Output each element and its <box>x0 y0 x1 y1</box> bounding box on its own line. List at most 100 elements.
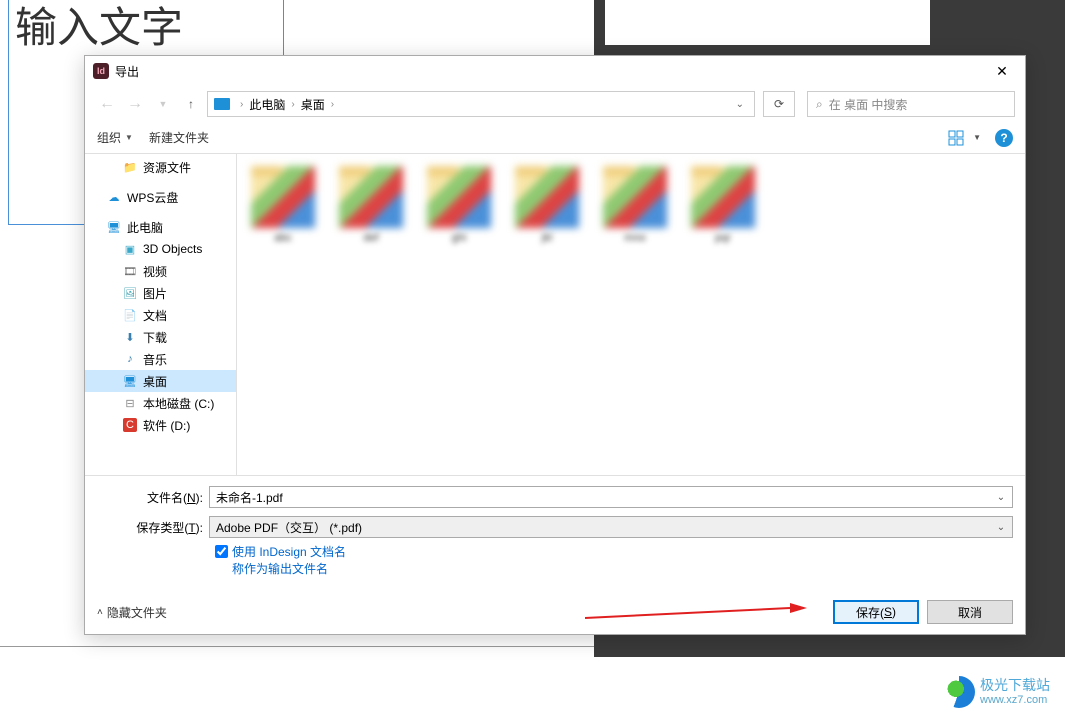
sidebar-item-resources[interactable]: 📁 资源文件 <box>85 156 236 178</box>
sidebar-item-wps[interactable]: ☁ WPS云盘 <box>85 186 236 208</box>
folder-item[interactable]: def <box>337 166 405 463</box>
nav-row: ← → ▼ ↑ › 此电脑 › 桌面 › ⌄ ⟳ ⌕ 在 桌面 中搜索 <box>85 86 1025 122</box>
filetype-label: 保存类型(T): <box>97 519 209 536</box>
watermark-title: 极光下载站 <box>980 678 1050 693</box>
folder-icon <box>603 166 667 228</box>
cube-icon: ▣ <box>123 242 137 256</box>
folder-label: jkl <box>513 232 581 260</box>
chevron-right-icon: › <box>236 99 247 110</box>
folder-item[interactable]: ghi <box>425 166 493 463</box>
new-folder-button[interactable]: 新建文件夹 <box>149 129 209 146</box>
search-icon: ⌕ <box>816 97 823 112</box>
save-button[interactable]: 保存(S) <box>833 600 919 624</box>
hide-folders-label: 隐藏文件夹 <box>107 604 167 621</box>
picture-icon: 🖼 <box>123 286 137 300</box>
folder-item[interactable]: mno <box>601 166 669 463</box>
refresh-button[interactable]: ⟳ <box>763 91 795 117</box>
sidebar-label: 文档 <box>143 307 167 324</box>
sidebar-label: 软件 (D:) <box>143 417 190 434</box>
sidebar-item-thispc[interactable]: 🖥 此电脑 <box>85 216 236 238</box>
sidebar-item-music[interactable]: ♪ 音乐 <box>85 348 236 370</box>
sidebar-item-video[interactable]: 🎞 视频 <box>85 260 236 282</box>
watermark-logo-icon <box>943 676 975 708</box>
titlebar: Id 导出 ✕ <box>85 56 1025 86</box>
address-bar[interactable]: › 此电脑 › 桌面 › ⌄ <box>207 91 755 117</box>
folder-label: abc <box>249 232 317 260</box>
folder-icon <box>339 166 403 228</box>
breadcrumb-desktop[interactable]: 桌面 <box>299 92 327 116</box>
organize-label: 组织 <box>97 129 121 146</box>
checkbox-label[interactable]: 使用 InDesign 文档名 称作为输出文件名 <box>232 544 346 578</box>
cancel-label: 取消 <box>958 604 982 621</box>
folder-label: def <box>337 232 405 260</box>
hide-folders-toggle[interactable]: ˄ 隐藏文件夹 <box>97 604 167 621</box>
folder-label: pqr <box>689 232 757 260</box>
folder-icon <box>251 166 315 228</box>
sidebar-item-soft-d[interactable]: C 软件 (D:) <box>85 414 236 436</box>
filename-input[interactable]: 未命名-1.pdf ⌄ <box>209 486 1013 508</box>
folder-icon <box>691 166 755 228</box>
sidebar-label: 3D Objects <box>143 242 202 256</box>
sidebar-item-desktop[interactable]: 🖥 桌面 <box>85 370 236 392</box>
recent-dropdown-arrow[interactable]: ▼ <box>151 92 175 116</box>
panel-inner <box>605 0 930 45</box>
refresh-icon: ⟳ <box>774 97 784 111</box>
video-icon: 🎞 <box>123 264 137 278</box>
sidebar-item-pictures[interactable]: 🖼 图片 <box>85 282 236 304</box>
back-button[interactable]: ← <box>95 92 119 116</box>
file-grid[interactable]: abc def ghi jkl mno pqr <box>237 154 1025 475</box>
folder-tree: 📁 资源文件 ☁ WPS云盘 🖥 此电脑 ▣ 3D Objects 🎞 视频 <box>85 154 237 475</box>
sidebar-label: 资源文件 <box>143 159 191 176</box>
breadcrumb-pc[interactable]: 此电脑 <box>247 92 287 116</box>
document-icon: 📄 <box>123 308 137 322</box>
chevron-right-icon: › <box>287 99 298 110</box>
watermark-url: www.xz7.com <box>980 694 1050 706</box>
folder-item[interactable]: pqr <box>689 166 757 463</box>
folder-icon <box>515 166 579 228</box>
folder-label: mno <box>601 232 669 260</box>
cancel-button[interactable]: 取消 <box>927 600 1013 624</box>
sidebar-item-downloads[interactable]: ⬇ 下载 <box>85 326 236 348</box>
up-button[interactable]: ↑ <box>179 92 203 116</box>
filetype-value: Adobe PDF（交互） (*.pdf) <box>216 519 362 536</box>
export-dialog: Id 导出 ✕ ← → ▼ ↑ › 此电脑 › 桌面 › ⌄ ⟳ ⌕ 在 桌面 … <box>84 55 1026 635</box>
organize-menu[interactable]: 组织 ▼ <box>97 129 133 146</box>
chevron-down-icon: ▼ <box>125 133 133 142</box>
forward-button[interactable]: → <box>123 92 147 116</box>
search-input[interactable]: ⌕ 在 桌面 中搜索 <box>807 91 1015 117</box>
filename-label: 文件名(N): <box>97 489 209 506</box>
new-folder-label: 新建文件夹 <box>149 129 209 146</box>
close-button[interactable]: ✕ <box>979 56 1025 86</box>
desktop-icon: 🖥 <box>123 374 137 388</box>
sidebar-label: 桌面 <box>143 373 167 390</box>
pc-icon <box>214 98 230 110</box>
pc-icon: 🖥 <box>107 220 121 234</box>
watermark: 极光下载站 www.xz7.com <box>943 676 1050 708</box>
sidebar-label: WPS云盘 <box>127 189 178 206</box>
folder-icon: 📁 <box>123 160 137 174</box>
sidebar-item-documents[interactable]: 📄 文档 <box>85 304 236 326</box>
filetype-combo[interactable]: Adobe PDF（交互） (*.pdf) ⌄ <box>209 516 1013 538</box>
help-button[interactable]: ? <box>995 129 1013 147</box>
use-indesign-name-checkbox[interactable] <box>215 545 228 558</box>
folder-item[interactable]: jkl <box>513 166 581 463</box>
view-dropdown-icon[interactable]: ▼ <box>973 133 981 142</box>
view-thumbnails-button[interactable] <box>947 129 965 147</box>
chevron-down-icon[interactable]: ⌄ <box>994 490 1008 504</box>
sidebar-item-local-c[interactable]: ⊟ 本地磁盘 (C:) <box>85 392 236 414</box>
address-dropdown-icon[interactable]: ⌄ <box>730 99 750 110</box>
sidebar-item-3dobjects[interactable]: ▣ 3D Objects <box>85 238 236 260</box>
chevron-up-icon: ˄ <box>97 607 103 618</box>
sidebar-label: 音乐 <box>143 351 167 368</box>
music-icon: ♪ <box>123 352 137 366</box>
filename-value: 未命名-1.pdf <box>216 489 283 506</box>
dialog-title: 导出 <box>115 63 979 80</box>
chevron-down-icon[interactable]: ⌄ <box>994 520 1008 534</box>
folder-item[interactable]: abc <box>249 166 317 463</box>
bottom-panel: 文件名(N): 未命名-1.pdf ⌄ 保存类型(T): Adobe PDF（交… <box>85 475 1025 590</box>
sidebar-label: 图片 <box>143 285 167 302</box>
sidebar-label: 视频 <box>143 263 167 280</box>
download-icon: ⬇ <box>123 330 137 344</box>
folder-icon <box>427 166 491 228</box>
close-icon: ✕ <box>996 63 1008 80</box>
